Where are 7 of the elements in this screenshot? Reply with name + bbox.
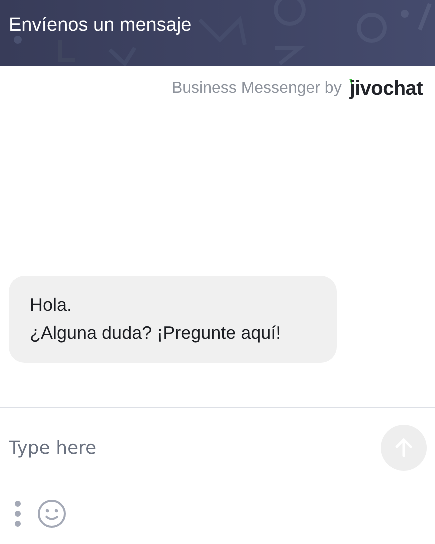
message-input[interactable]: Type here <box>9 438 381 458</box>
more-options-icon[interactable] <box>14 500 22 528</box>
message-bubble: Hola. ¿Alguna duda? ¡Pregunte aquí! <box>9 276 337 363</box>
smiley-icon[interactable] <box>37 499 67 529</box>
jivochat-logo[interactable]: jivochat <box>348 78 423 100</box>
branding-caption: Business Messenger by <box>172 80 342 98</box>
header-title: Envíenos un mensaje <box>9 15 192 37</box>
